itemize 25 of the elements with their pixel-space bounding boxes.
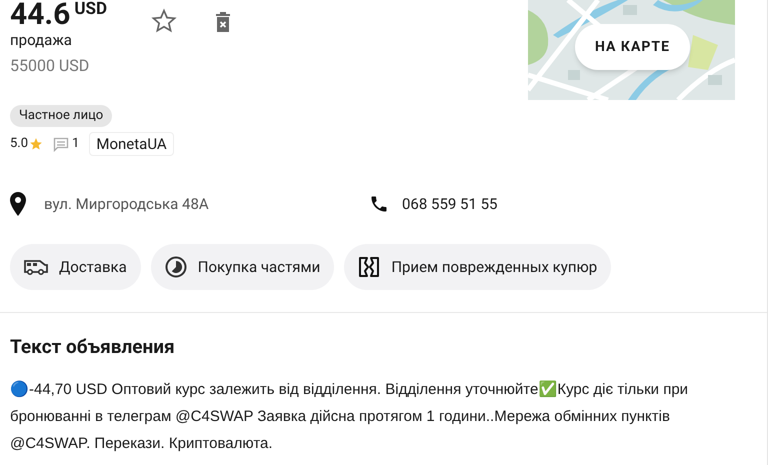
- feature-chip[interactable]: Прием поврежденных купюр: [344, 244, 612, 290]
- description-text: 🔵-44,70 USD Оптовий курс залежить від відділення. Відділення уточнюйте✅Курс діє тільки при бронюванні в телеграм @C4SWAP Заявка дійсна протягом 1 години..Мережа обмінних пунктів @C4SWAP. Перекази. Криптовалюта.: [10, 380, 690, 454]
- review-count: 1: [72, 135, 80, 154]
- feature-chip[interactable]: Доставка: [10, 244, 141, 290]
- van-icon: [24, 259, 48, 275]
- rating-value: 5.0: [10, 135, 28, 154]
- location-pin-icon: [10, 192, 26, 216]
- seller-type-badge: Частное лицо: [10, 105, 112, 127]
- star-icon: [29, 137, 44, 151]
- price-currency: USD: [74, 0, 108, 20]
- comment-icon: [53, 136, 70, 152]
- phone-number[interactable]: 068 559 51 55: [402, 192, 498, 216]
- map-button[interactable]: НА КАРТЕ: [575, 24, 690, 70]
- deal-type: продажа: [10, 30, 73, 50]
- pie-clock-icon: [164, 256, 187, 278]
- total-price: 55000 USD: [10, 55, 90, 77]
- phone-icon: [369, 194, 389, 214]
- favorite-star-icon[interactable]: [150, 8, 178, 34]
- feature-chip[interactable]: Покупка частями: [150, 244, 334, 290]
- address: вул. Миргородська 48А: [44, 194, 210, 215]
- section-heading: Текст объявления: [10, 334, 176, 360]
- delete-icon[interactable]: [216, 12, 230, 32]
- price-amount: 44.6: [10, 0, 70, 32]
- seller-name[interactable]: MonetaUA: [89, 132, 174, 156]
- torn-banknote-icon: [358, 257, 380, 277]
